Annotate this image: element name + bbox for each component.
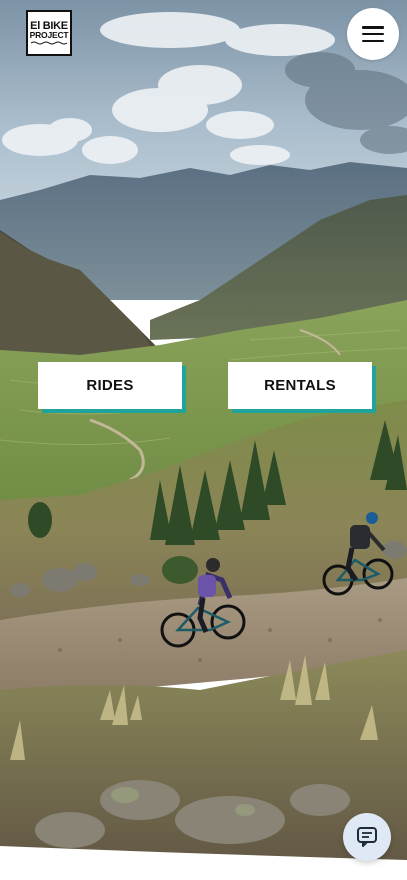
logo-line-2: PROJECT <box>29 30 69 40</box>
hero-image <box>0 0 407 880</box>
home-page: El BIKE PROJECT RIDES RENTALS <box>0 0 407 880</box>
rides-button[interactable]: RIDES <box>38 362 182 409</box>
menu-button[interactable] <box>347 8 399 60</box>
logo-bike-chain-graphic <box>31 41 67 45</box>
rentals-button[interactable]: RENTALS <box>228 362 372 409</box>
chat-button[interactable] <box>343 813 391 861</box>
brand-logo[interactable]: El BIKE PROJECT <box>26 10 72 56</box>
chat-bubble-icon <box>357 827 377 847</box>
hamburger-menu-icon <box>362 26 384 42</box>
rentals-button-label: RENTALS <box>264 377 336 394</box>
rides-button-label: RIDES <box>86 377 134 394</box>
